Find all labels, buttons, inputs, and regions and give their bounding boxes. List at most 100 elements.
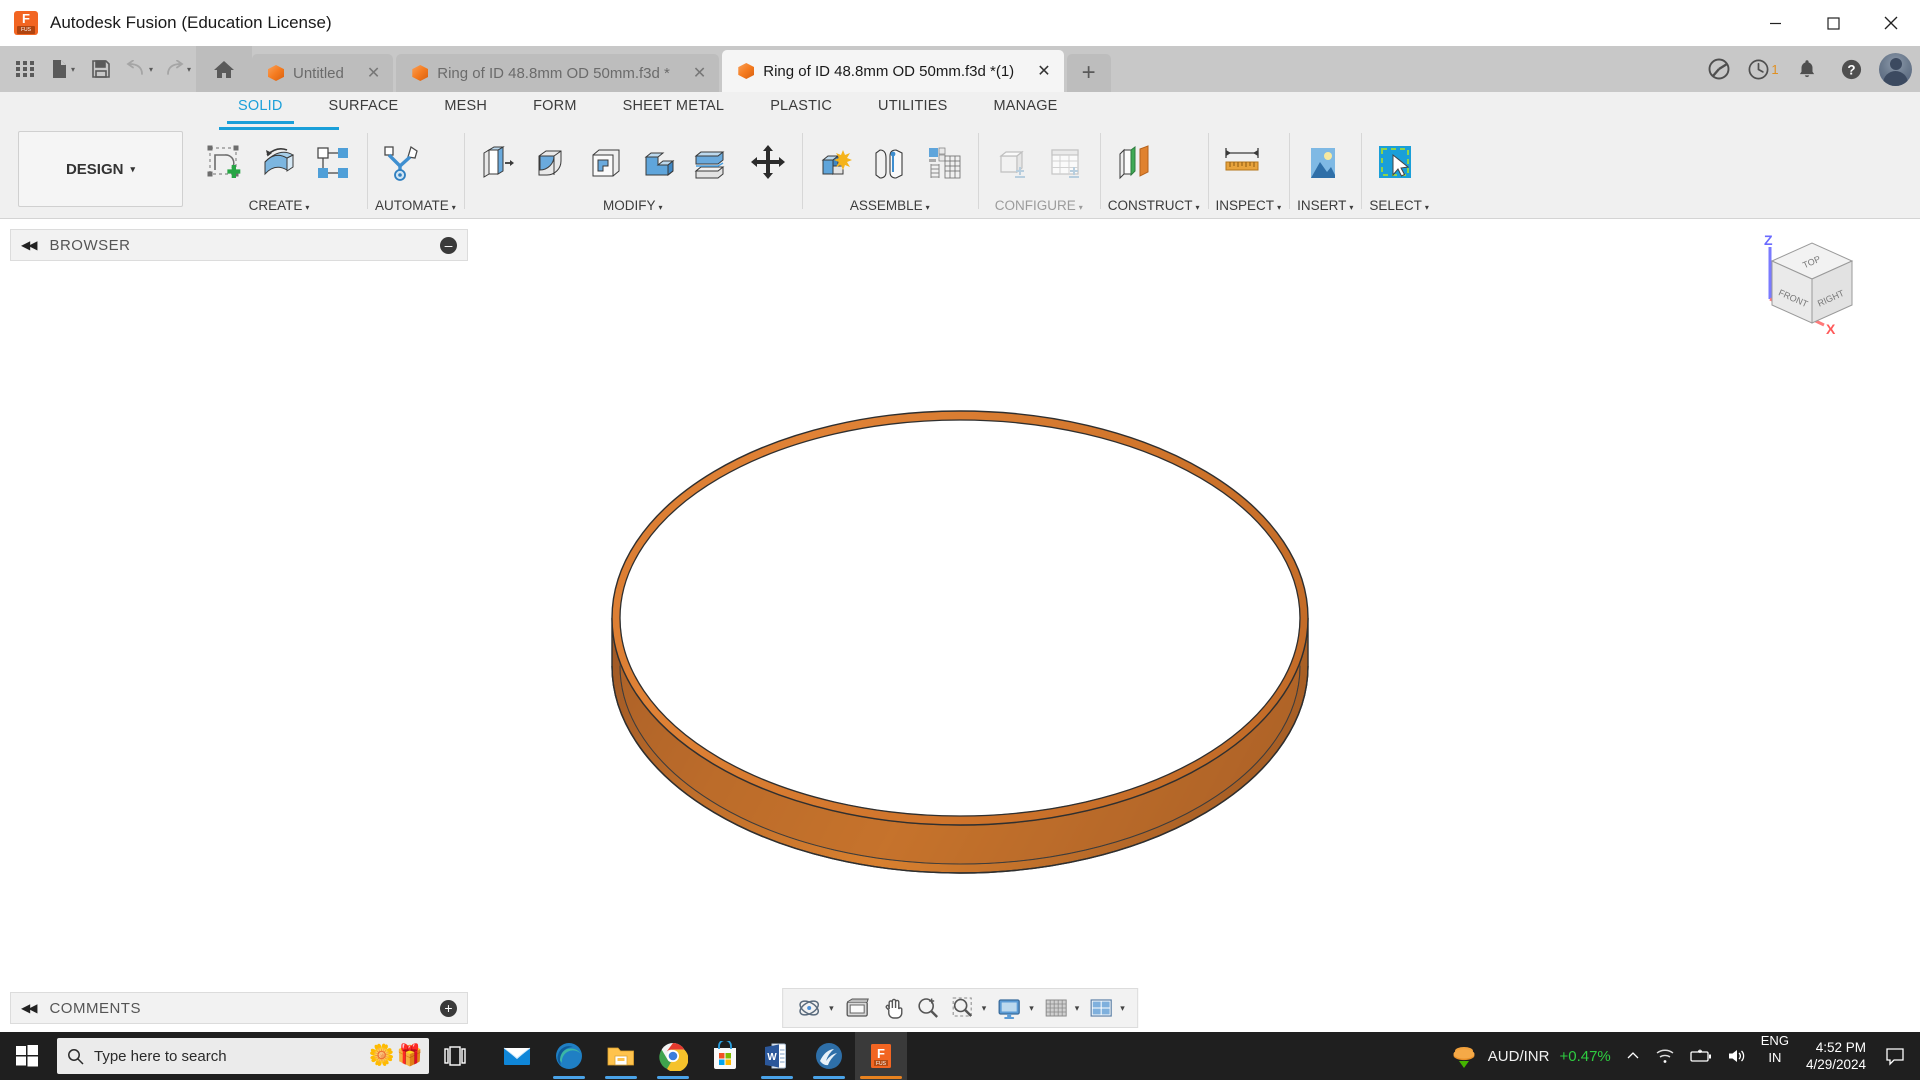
grid-snaps-icon[interactable] bbox=[1039, 991, 1073, 1025]
task-view-button[interactable] bbox=[429, 1032, 481, 1080]
file-tab-ring-2[interactable]: Ring of ID 48.8mm OD 50mm.f3d *(1) ✕ bbox=[722, 50, 1064, 92]
save-icon[interactable] bbox=[82, 49, 120, 89]
home-button[interactable] bbox=[196, 46, 252, 92]
taskbar-app-word[interactable]: W bbox=[751, 1032, 803, 1080]
panel-construct-label[interactable]: CONSTRUCT ▾ bbox=[1108, 198, 1200, 215]
zoom-window-icon[interactable] bbox=[946, 991, 980, 1025]
collapse-left-icon[interactable]: ◀◀ bbox=[21, 1001, 38, 1015]
browser-panel-header[interactable]: ◀◀ BROWSER – bbox=[10, 229, 468, 261]
ribbon-tab-surface[interactable]: SURFACE bbox=[306, 92, 422, 124]
panel-select-label[interactable]: SELECT ▾ bbox=[1369, 198, 1429, 215]
assemble-new-component-icon[interactable] bbox=[810, 136, 862, 190]
modify-shell-icon[interactable] bbox=[580, 136, 632, 190]
stock-widget[interactable]: AUD/INR +0.47% bbox=[1442, 1032, 1618, 1080]
ribbon-tab-utilities[interactable]: UTILITIES bbox=[855, 92, 970, 124]
maximize-button[interactable] bbox=[1804, 0, 1862, 46]
automate-icon[interactable] bbox=[375, 136, 427, 190]
new-tab-button[interactable]: + bbox=[1066, 54, 1111, 92]
construct-offset-plane-icon[interactable] bbox=[1108, 136, 1160, 190]
viewports-icon[interactable] bbox=[1084, 991, 1118, 1025]
new-file-caret[interactable]: ▾ bbox=[71, 65, 75, 74]
start-button[interactable] bbox=[0, 1032, 54, 1080]
taskbar-app-mail[interactable] bbox=[491, 1032, 543, 1080]
ribbon-tab-mesh[interactable]: MESH bbox=[421, 92, 510, 124]
panel-inspect-label[interactable]: INSPECT ▾ bbox=[1216, 198, 1282, 215]
taskbar-app-fusion[interactable]: F FUS bbox=[855, 1032, 907, 1080]
undo-icon[interactable]: ▾ bbox=[120, 49, 158, 89]
help-icon[interactable]: ? bbox=[1831, 49, 1871, 89]
look-at-icon[interactable] bbox=[839, 991, 875, 1025]
action-center-icon[interactable] bbox=[1876, 1032, 1914, 1080]
pan-icon[interactable] bbox=[876, 991, 910, 1025]
panel-modify-label[interactable]: MODIFY ▾ bbox=[472, 198, 794, 215]
ribbon-tab-solid[interactable]: SOLID bbox=[215, 92, 306, 124]
display-settings-icon[interactable] bbox=[991, 991, 1027, 1025]
ribbon-tab-form[interactable]: FORM bbox=[510, 92, 600, 124]
close-button[interactable] bbox=[1862, 0, 1920, 46]
file-tab-close-icon[interactable]: ✕ bbox=[693, 63, 706, 83]
ring-model[interactable] bbox=[510, 347, 1410, 908]
language-indicator[interactable]: ENG IN bbox=[1754, 1032, 1796, 1080]
panel-configure-label[interactable]: CONFIGURE ▾ bbox=[986, 198, 1092, 215]
taskbar-app-file-explorer[interactable] bbox=[595, 1032, 647, 1080]
modify-move-copy-icon[interactable] bbox=[742, 136, 794, 190]
insert-image-icon[interactable] bbox=[1297, 136, 1349, 190]
undo-caret[interactable]: ▾ bbox=[149, 65, 153, 74]
canvas-viewport[interactable]: ◀◀ BROWSER – ◀◀ COMMENTS + Z X TOP FRONT… bbox=[0, 219, 1920, 1036]
clock-widget[interactable]: 4:52 PM 4/29/2024 bbox=[1796, 1039, 1876, 1073]
panel-assemble-label[interactable]: ASSEMBLE ▾ bbox=[810, 198, 970, 215]
grid-snaps-caret[interactable]: ▾ bbox=[1075, 1003, 1080, 1014]
modify-press-pull-icon[interactable] bbox=[472, 136, 524, 190]
taskbar-search[interactable]: Type here to search 🌼 🎁 bbox=[57, 1038, 429, 1074]
browser-collapse-toggle[interactable]: – bbox=[440, 236, 457, 254]
display-settings-caret[interactable]: ▾ bbox=[1029, 1003, 1034, 1014]
configure-new-configuration-icon[interactable] bbox=[986, 136, 1038, 190]
file-tab-close-icon[interactable]: ✕ bbox=[1037, 61, 1050, 81]
orbit-caret[interactable]: ▾ bbox=[829, 1003, 834, 1014]
file-tab-ring-1[interactable]: Ring of ID 48.8mm OD 50mm.f3d * ✕ bbox=[396, 54, 720, 92]
ring-solid-body[interactable] bbox=[510, 347, 1410, 908]
new-file-icon[interactable]: ▾ bbox=[44, 49, 82, 89]
taskbar-app-chrome[interactable] bbox=[647, 1032, 699, 1080]
panel-automate-label[interactable]: AUTOMATE ▾ bbox=[375, 198, 456, 215]
redo-caret[interactable]: ▾ bbox=[187, 65, 191, 74]
workspace-selector[interactable]: DESIGN ▾ bbox=[18, 131, 183, 207]
zoom-window-caret[interactable]: ▾ bbox=[982, 1003, 987, 1014]
file-tab-untitled[interactable]: Untitled ✕ bbox=[252, 54, 394, 92]
taskbar-app-microsoft-store[interactable] bbox=[699, 1032, 751, 1080]
modify-offset-face-icon[interactable] bbox=[688, 136, 740, 190]
select-tool-icon[interactable] bbox=[1369, 136, 1421, 190]
modify-combine-icon[interactable] bbox=[634, 136, 686, 190]
panel-insert-label[interactable]: INSERT ▾ bbox=[1297, 198, 1353, 215]
job-status-clock-icon[interactable]: 1 bbox=[1743, 49, 1783, 89]
create-pattern-icon[interactable] bbox=[307, 136, 359, 190]
create-sketch-icon[interactable] bbox=[199, 136, 251, 190]
user-avatar[interactable] bbox=[1879, 52, 1912, 86]
create-extrude-icon[interactable] bbox=[253, 136, 305, 190]
bell-icon[interactable] bbox=[1787, 49, 1827, 89]
ribbon-tab-manage[interactable]: MANAGE bbox=[971, 92, 1081, 124]
view-cube[interactable]: Z X TOP FRONT RIGHT bbox=[1752, 229, 1872, 339]
viewports-caret[interactable]: ▾ bbox=[1120, 1003, 1125, 1014]
tray-overflow-button[interactable] bbox=[1618, 1032, 1648, 1080]
taskbar-app-edge[interactable] bbox=[543, 1032, 595, 1080]
assemble-bom-icon[interactable] bbox=[918, 136, 970, 190]
panel-create-label[interactable]: CREATE ▾ bbox=[199, 198, 359, 215]
comments-panel-header[interactable]: ◀◀ COMMENTS + bbox=[10, 992, 468, 1024]
redo-icon[interactable]: ▾ bbox=[158, 49, 196, 89]
zoom-icon[interactable] bbox=[911, 991, 945, 1025]
volume-icon[interactable] bbox=[1720, 1032, 1754, 1080]
extension-icon[interactable] bbox=[1699, 49, 1739, 89]
assemble-joint-icon[interactable] bbox=[864, 136, 916, 190]
taskbar-app-rhino[interactable] bbox=[803, 1032, 855, 1080]
battery-charging-icon[interactable] bbox=[1682, 1032, 1720, 1080]
orbit-icon[interactable] bbox=[791, 991, 827, 1025]
app-grid-icon[interactable] bbox=[6, 49, 44, 89]
ribbon-tab-sheet-metal[interactable]: SHEET METAL bbox=[600, 92, 748, 124]
comments-expand-toggle[interactable]: + bbox=[440, 999, 457, 1017]
file-tab-close-icon[interactable]: ✕ bbox=[367, 63, 380, 83]
minimize-button[interactable] bbox=[1746, 0, 1804, 46]
inspect-measure-icon[interactable] bbox=[1216, 136, 1268, 190]
wifi-icon[interactable] bbox=[1648, 1032, 1682, 1080]
configure-table-icon[interactable] bbox=[1040, 136, 1092, 190]
